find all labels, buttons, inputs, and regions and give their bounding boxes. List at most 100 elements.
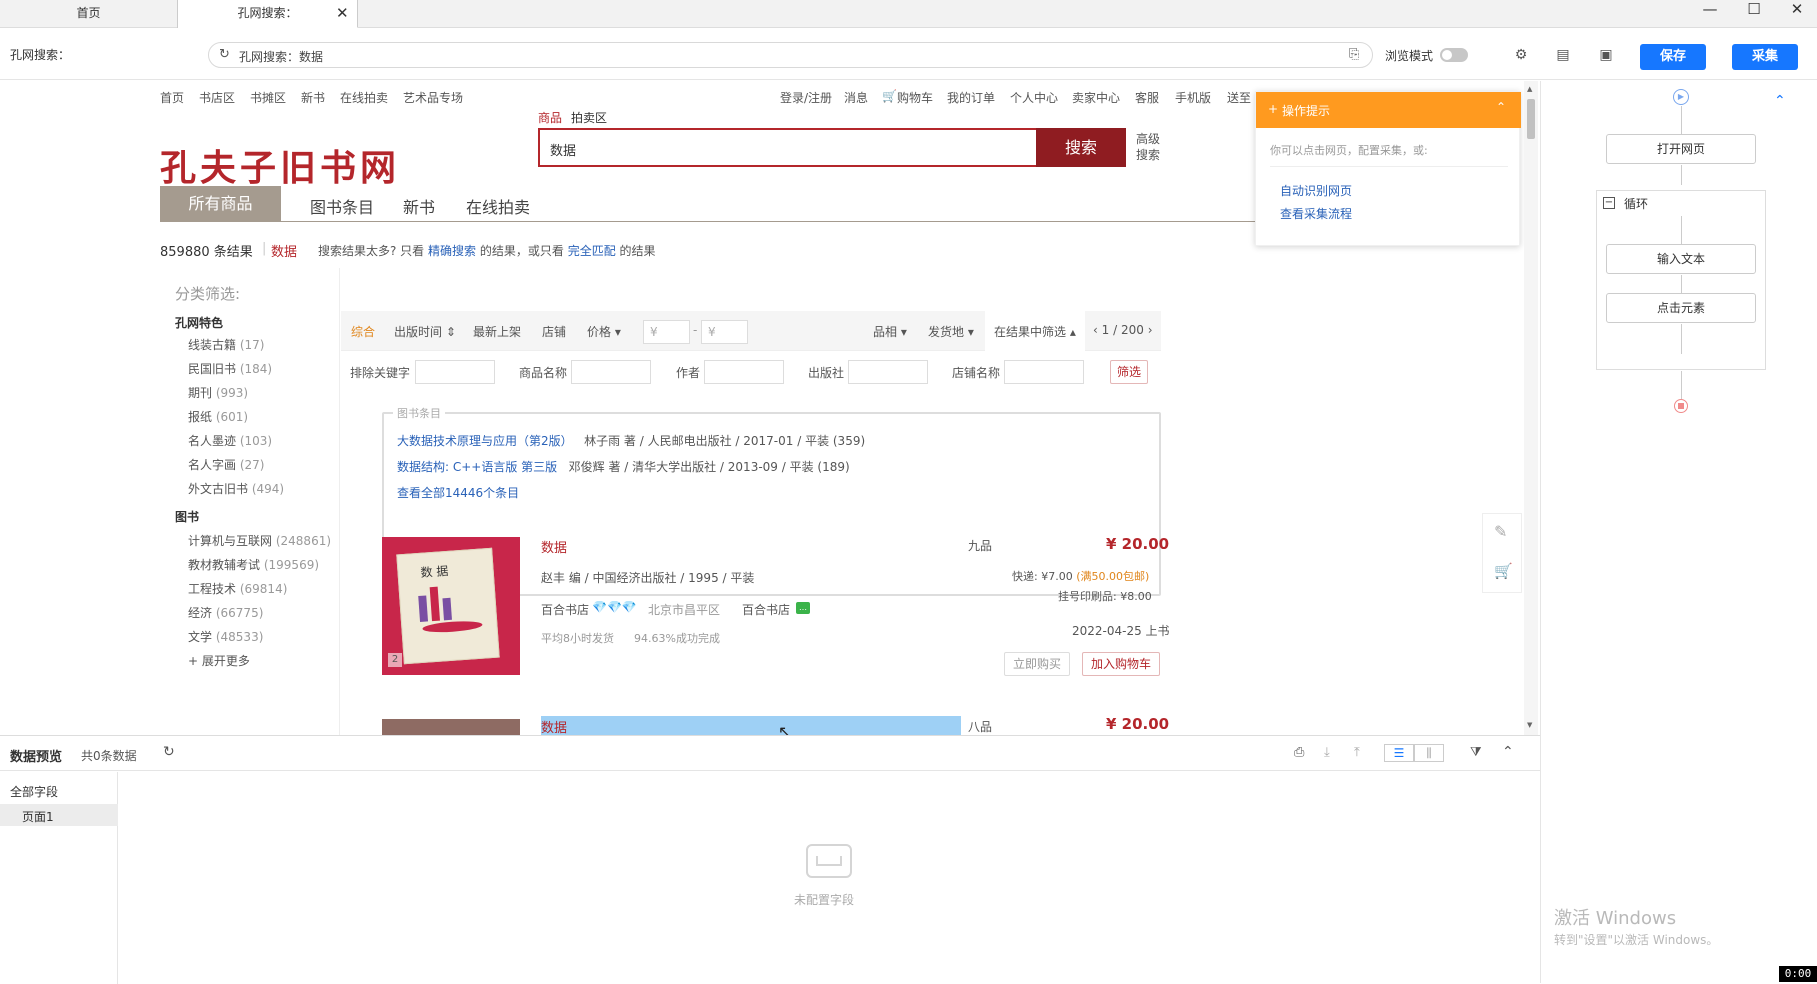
all-fields-item[interactable]: 全部字段 — [10, 783, 58, 800]
collect-button[interactable]: 采集 — [1732, 44, 1798, 70]
page1-item[interactable]: 页面1 — [0, 804, 118, 826]
flow-click-element[interactable]: 点击元素 — [1606, 293, 1756, 323]
full-match-link[interactable]: 完全匹配 — [568, 244, 616, 258]
column-view-icon[interactable]: ⫼ — [1414, 744, 1444, 762]
nav-home[interactable]: 首页 — [160, 89, 184, 106]
collapse-up-icon[interactable]: ⌃ — [1774, 93, 1786, 109]
product-title[interactable]: 数据 — [541, 717, 567, 735]
export-icon[interactable]: ⎙ — [1294, 745, 1304, 760]
pager[interactable]: ‹ 1 / 200 › — [1093, 323, 1153, 337]
nav-bookstall[interactable]: 书摊区 — [250, 89, 286, 106]
buy-now-button[interactable]: 立即购买 — [1004, 652, 1070, 676]
search-input[interactable]: 数据 — [538, 128, 1038, 167]
auto-detect-link[interactable]: 自动识别网页 — [1280, 182, 1352, 199]
cart-icon[interactable]: 🛒 — [882, 89, 897, 103]
nav-orders[interactable]: 我的订单 — [947, 89, 995, 106]
site-logo[interactable]: 孔夫子旧书网 — [160, 139, 400, 191]
exact-search-link[interactable]: 精确搜索 — [428, 244, 476, 258]
filter-icon[interactable]: ⧩ — [1470, 745, 1482, 760]
sidebar-item[interactable]: 期刊 (993) — [188, 384, 248, 401]
sidebar-item[interactable]: 名人字画 (27) — [188, 456, 264, 473]
window-icon[interactable]: ▣ — [1596, 45, 1616, 65]
sort-price[interactable]: 价格 ▾ — [587, 323, 621, 340]
list-view-icon[interactable]: ☰ — [1384, 744, 1414, 762]
refresh-icon[interactable]: ↻ — [163, 744, 175, 760]
nav-seller-center[interactable]: 卖家中心 — [1072, 89, 1120, 106]
nav-cart[interactable]: 购物车 — [897, 89, 933, 106]
end-icon[interactable] — [1674, 399, 1688, 413]
chevron-left-icon[interactable]: ‹ — [1093, 323, 1098, 337]
tab-new-books[interactable]: 新书 — [403, 194, 435, 218]
edit-icon[interactable]: ✎ — [1494, 522, 1507, 541]
add-to-cart-button[interactable]: 加入购物车 — [1082, 652, 1160, 676]
start-icon[interactable]: ▶ — [1673, 89, 1689, 105]
browse-mode-toggle[interactable] — [1440, 48, 1468, 62]
filter-in-results[interactable]: 在结果中筛选 ▴ — [994, 323, 1076, 340]
filter-condition[interactable]: 品相 ▾ — [873, 323, 907, 340]
collapse-loop-icon[interactable]: − — [1603, 197, 1615, 209]
refresh-icon[interactable]: ↻ — [219, 47, 230, 62]
view-all-entries-link[interactable]: 查看全部14446个条目 — [397, 484, 519, 501]
publisher-input[interactable] — [848, 360, 928, 384]
sort-latest[interactable]: 最新上架 — [473, 323, 521, 340]
tab-book-entries[interactable]: 图书条目 — [310, 194, 374, 218]
sort-default[interactable]: 综合 — [351, 323, 375, 340]
minimize-icon[interactable]: — — [1693, 0, 1727, 20]
sidebar-item[interactable]: 教材教辅考试 (199569) — [188, 556, 319, 573]
nav-user-center[interactable]: 个人中心 — [1010, 89, 1058, 106]
download-icon[interactable]: ⤓ — [1324, 745, 1330, 760]
shop-name-input[interactable] — [1004, 360, 1084, 384]
price-min-input[interactable]: ¥ — [643, 320, 690, 344]
upload-icon[interactable]: ⤒ — [1354, 745, 1360, 760]
nav-newbooks[interactable]: 新书 — [301, 89, 325, 106]
sidebar-item[interactable]: 外文古旧书 (494) — [188, 480, 284, 497]
nav-art[interactable]: 艺术品专场 — [403, 89, 463, 106]
book-entry-title[interactable]: 大数据技术原理与应用（第2版） — [397, 434, 573, 448]
flow-open-page[interactable]: 打开网页 — [1606, 134, 1756, 164]
scroll-up-icon[interactable]: ▲ — [1527, 85, 1532, 93]
shop-name[interactable]: 百合书店 — [541, 601, 589, 618]
nav-service[interactable]: 客服 — [1135, 89, 1159, 106]
nav-auction[interactable]: 在线拍卖 — [340, 89, 388, 106]
url-bar[interactable]: ↻ 孔网搜索：数据 ⎘ — [208, 42, 1373, 68]
product-title[interactable]: 数据 — [541, 537, 567, 556]
author-input[interactable] — [704, 360, 784, 384]
collapse-up-icon[interactable]: ⌃ — [1502, 744, 1514, 760]
web-scrollbar[interactable]: ▲ ▼ — [1524, 81, 1538, 735]
nav-bookstore[interactable]: 书店区 — [199, 89, 235, 106]
nav-ship-to[interactable]: 送至 — [1227, 89, 1251, 106]
nav-message[interactable]: 消息 — [844, 89, 868, 106]
tab-search[interactable]: 孔网搜索： ✕ — [178, 0, 358, 28]
goods-name-input[interactable] — [571, 360, 651, 384]
sidebar-item[interactable]: 报纸 (601) — [188, 408, 248, 425]
filter-ship-from[interactable]: 发货地 ▾ — [928, 323, 974, 340]
search-tab-goods[interactable]: 商品 — [538, 109, 562, 126]
exclude-keyword-input[interactable] — [415, 360, 495, 384]
advanced-search-link[interactable]: 高级 搜索 — [1136, 131, 1160, 163]
nav-mobile[interactable]: 手机版 — [1175, 89, 1211, 106]
layout-icon[interactable]: ▤ — [1553, 45, 1573, 65]
sort-shop[interactable]: 店铺 — [542, 323, 566, 340]
scroll-thumb[interactable] — [1527, 99, 1535, 139]
page-doc-icon[interactable]: ⎘ — [1349, 47, 1359, 62]
search-tab-auction[interactable]: 拍卖区 — [571, 109, 607, 126]
shop-name-2[interactable]: 百合书店 — [742, 601, 790, 618]
view-flow-link[interactable]: 查看采集流程 — [1280, 205, 1352, 222]
book-entry-title[interactable]: 数据结构: C++语言版 第三版 — [397, 460, 557, 474]
tab-home[interactable]: 首页 — [0, 0, 178, 28]
close-tab-icon[interactable]: ✕ — [336, 0, 349, 26]
product-cover-image[interactable]: 数 据 2 — [382, 537, 520, 675]
sidebar-item[interactable]: 线装古籍 (17) — [188, 336, 264, 353]
sidebar-item[interactable]: 经济 (66775) — [188, 604, 263, 621]
search-button[interactable]: 搜索 — [1036, 128, 1126, 167]
sort-pubdate[interactable]: 出版时间 ⇕ — [394, 323, 456, 340]
collapse-icon[interactable]: ⌃ — [1496, 100, 1506, 114]
tab-all-goods[interactable]: 所有商品 — [160, 186, 281, 221]
chat-icon[interactable]: … — [796, 602, 810, 614]
flow-input-text[interactable]: 输入文本 — [1606, 244, 1756, 274]
book-entry-2[interactable]: 数据结构: C++语言版 第三版 邓俊辉 著 / 清华大学出版社 / 2013-… — [397, 458, 850, 475]
chevron-right-icon[interactable]: › — [1148, 323, 1153, 337]
sidebar-item[interactable]: 工程技术 (69814) — [188, 580, 287, 597]
tab-online-auction[interactable]: 在线拍卖 — [466, 194, 530, 218]
maximize-icon[interactable]: ☐ — [1737, 0, 1771, 20]
